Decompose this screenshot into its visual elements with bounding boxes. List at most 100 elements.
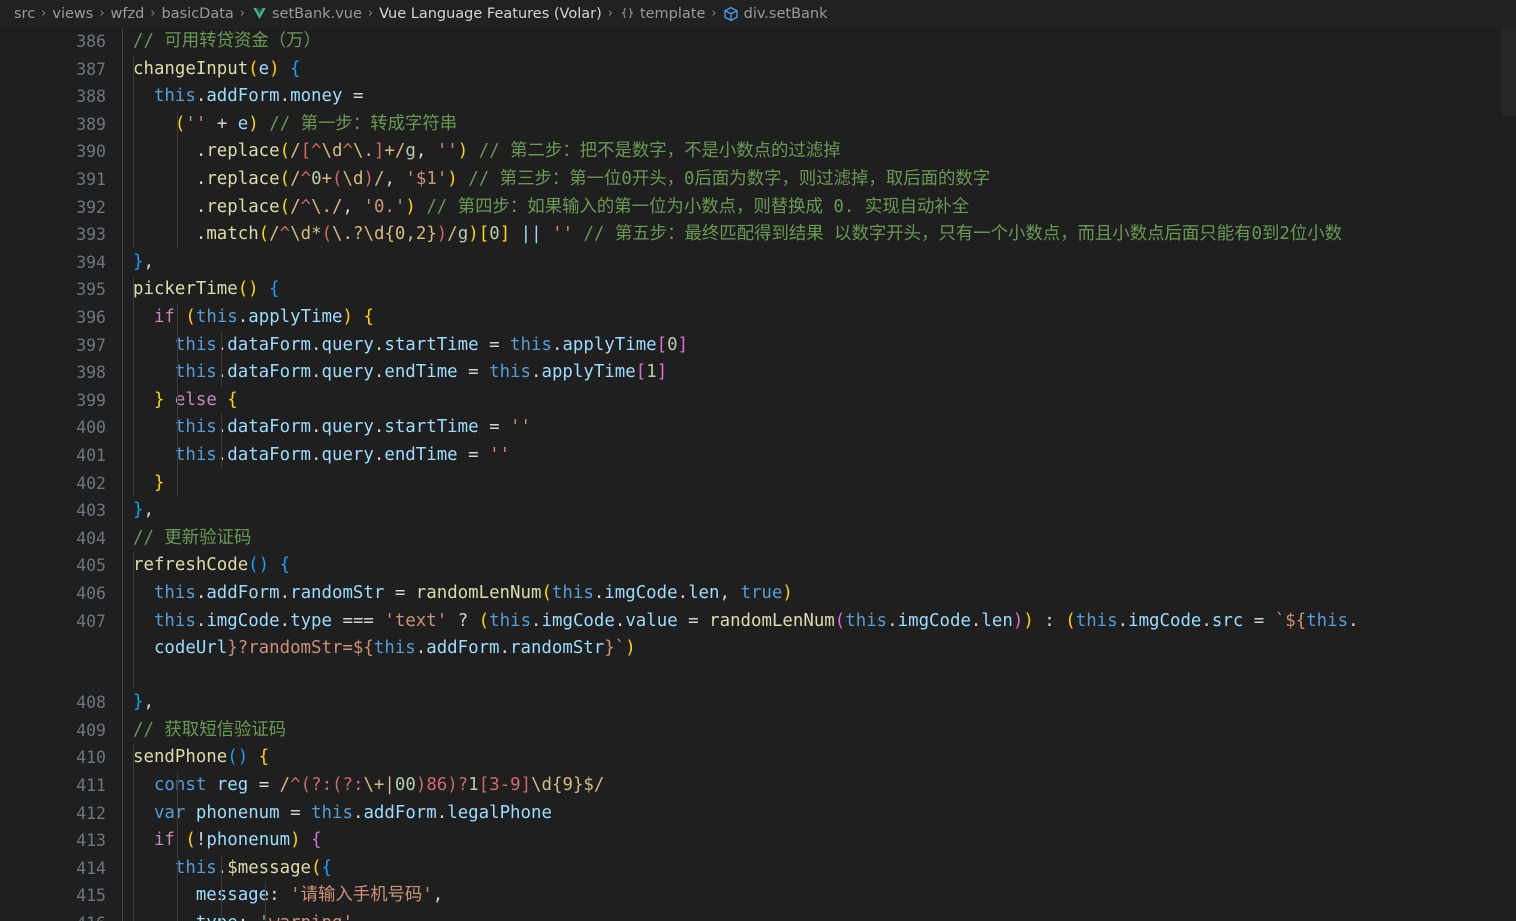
- breadcrumb: src › views › wfzd › basicData › setBank…: [0, 0, 1516, 28]
- code-line[interactable]: 400 this.dataForm.query.startTime = '': [0, 414, 1516, 442]
- line-content: // 可用转贷资金（万）: [133, 31, 321, 51]
- breadcrumb-label: Vue Language Features (Volar): [379, 5, 602, 22]
- code-line[interactable]: 387 changeInput(e) {: [0, 56, 1516, 84]
- code-editor[interactable]: 386 // 可用转贷资金（万） 387 changeInput(e) { 38…: [0, 28, 1516, 921]
- breadcrumb-separator-icon: ›: [150, 6, 156, 21]
- line-content: message: '请输入手机号码',: [195, 885, 444, 906]
- code-line[interactable]: 415 message: '请输入手机号码',: [0, 882, 1516, 910]
- code-line[interactable]: 407 this.imgCode.type === 'text' ? (this…: [0, 608, 1516, 636]
- line-content: this.dataForm.query.startTime = this.app…: [174, 334, 689, 355]
- line-content: // 更新验证码: [133, 527, 252, 548]
- line-number: 411: [76, 776, 106, 795]
- line-content: type: 'warning': [133, 910, 353, 921]
- line-number: 403: [76, 501, 106, 521]
- code-line[interactable]: 404 // 更新验证码: [0, 525, 1516, 553]
- breadcrumb-separator-icon: ›: [607, 6, 613, 21]
- breadcrumb-item-src[interactable]: src: [14, 6, 35, 22]
- code-line[interactable]: 396 if (this.applyTime) {: [0, 304, 1516, 332]
- line-number: 394: [76, 252, 106, 272]
- breadcrumb-label: basicData: [161, 5, 234, 22]
- code-line-wrap[interactable]: codeUrl}?randomStr=${this.addForm.random…: [0, 635, 1516, 663]
- line-number: 392: [76, 197, 106, 217]
- line-number: 408: [76, 693, 106, 713]
- code-line[interactable]: 402 }: [0, 470, 1516, 498]
- code-line[interactable]: 408 },: [0, 689, 1516, 717]
- line-number: 415: [76, 886, 106, 906]
- breadcrumb-label: wfzd: [110, 5, 145, 22]
- line-content: },: [133, 251, 154, 272]
- cube-icon: [723, 5, 740, 22]
- line-content: ('' + e) // 第一步：转成字符串: [174, 113, 458, 134]
- code-line[interactable]: 390 .replace(/[^\d^\.]+/g, '') // 第二步：把不…: [0, 138, 1516, 166]
- code-line[interactable]: 389 ('' + e) // 第一步：转成字符串: [0, 111, 1516, 139]
- code-line[interactable]: 386 // 可用转贷资金（万）: [0, 28, 1516, 56]
- line-number: 387: [76, 59, 106, 79]
- code-line[interactable]: 392 .replace(/^\./, '0.') // 第四步：如果输入的第一…: [0, 194, 1516, 222]
- code-line[interactable]: 397 this.dataForm.query.startTime = this…: [0, 332, 1516, 360]
- line-number: 409: [76, 720, 106, 740]
- code-line[interactable]: 394 },: [0, 249, 1516, 277]
- code-line[interactable]: 395 pickerTime() {: [0, 276, 1516, 304]
- line-content: .replace(/^0+(\d)/, '$1') // 第三步：第一位0开头，…: [195, 169, 991, 189]
- code-line[interactable]: 391 .replace(/^0+(\d)/, '$1') // 第三步：第一位…: [0, 166, 1516, 194]
- breadcrumb-item-setbank-vue[interactable]: setBank.vue: [251, 5, 362, 22]
- line-number: 414: [76, 858, 106, 878]
- line-content: refreshCode() {: [133, 555, 291, 576]
- breadcrumb-item-template[interactable]: template: [619, 5, 705, 22]
- line-content: this.addForm.randomStr = randomLenNum(th…: [153, 583, 793, 603]
- line-content: const reg = /^(?:(?:\+|00)86)?1[3-9]\d{9…: [153, 775, 605, 795]
- line-content: .match(/^\d*(\.?\d{0,2})/g)[0] || '' // …: [195, 224, 1342, 245]
- breadcrumb-separator-icon: ›: [239, 6, 245, 21]
- breadcrumb-separator-icon: ›: [99, 6, 105, 21]
- line-number: 390: [76, 142, 106, 162]
- code-line[interactable]: 406 this.addForm.randomStr = randomLenNu…: [0, 580, 1516, 608]
- line-number: 401: [76, 446, 106, 465]
- line-number: 405: [76, 556, 106, 576]
- code-line[interactable]: 413 if (!phonenum) {: [0, 827, 1516, 855]
- breadcrumb-item-wfzd[interactable]: wfzd: [111, 6, 145, 22]
- line-content: this.imgCode.type === 'text' ? (this.img…: [153, 610, 1359, 631]
- line-number: 391: [76, 170, 106, 189]
- line-content: this.addForm.money =: [153, 86, 364, 107]
- line-number: 407: [76, 611, 106, 631]
- breadcrumb-item-div-setbank[interactable]: div.setBank: [723, 5, 828, 22]
- line-content: this.dataForm.query.startTime = '': [174, 417, 531, 438]
- line-content: .replace(/^\./, '0.') // 第四步：如果输入的第一位为小数…: [195, 196, 970, 217]
- code-line[interactable]: 410 sendPhone() {: [0, 744, 1516, 772]
- line-content: }: [153, 472, 165, 493]
- line-number: 395: [76, 280, 106, 300]
- code-line[interactable]: 409 // 获取短信验证码: [0, 717, 1516, 745]
- line-content: this.$message({: [174, 857, 332, 878]
- line-number: 400: [76, 418, 106, 438]
- curly-braces-icon: [619, 5, 636, 22]
- code-line[interactable]: 393 .match(/^\d*(\.?\d{0,2})/g)[0] || ''…: [0, 221, 1516, 249]
- code-line[interactable]: 412 var phonenum = this.addForm.legalPho…: [0, 800, 1516, 828]
- breadcrumb-separator-icon: ›: [41, 6, 47, 21]
- breadcrumb-item-views[interactable]: views: [52, 6, 93, 22]
- line-number: 402: [76, 473, 106, 493]
- code-line[interactable]: 403 },: [0, 497, 1516, 525]
- line-content: pickerTime() {: [133, 279, 280, 300]
- breadcrumb-label: src: [14, 5, 36, 22]
- code-line[interactable]: 399 } else {: [0, 387, 1516, 415]
- line-content: this.dataForm.query.endTime = '': [174, 445, 511, 465]
- code-line[interactable]: 398 this.dataForm.query.endTime = this.a…: [0, 359, 1516, 387]
- code-line[interactable]: 405 refreshCode() {: [0, 552, 1516, 580]
- line-number: 388: [76, 87, 106, 107]
- line-content: this.dataForm.query.endTime = this.apply…: [174, 362, 668, 383]
- vue-logo-icon: [251, 5, 268, 22]
- line-content: sendPhone() {: [133, 747, 270, 768]
- line-content: var phonenum = this.addForm.legalPhone: [153, 802, 552, 823]
- line-number: 413: [76, 831, 106, 851]
- line-number: 399: [76, 390, 106, 410]
- code-line[interactable]: 414 this.$message({: [0, 855, 1516, 883]
- code-line[interactable]: 401 this.dataForm.query.endTime = '': [0, 442, 1516, 470]
- code-line[interactable]: 388 this.addForm.money =: [0, 83, 1516, 111]
- code-line[interactable]: 411 const reg = /^(?:(?:\+|00)86)?1[3-9]…: [0, 772, 1516, 800]
- code-line[interactable]: 416 type: 'warning': [0, 910, 1516, 921]
- breadcrumb-item-volar[interactable]: Vue Language Features (Volar): [379, 6, 602, 22]
- line-content: } else {: [153, 389, 238, 410]
- breadcrumb-item-basicdata[interactable]: basicData: [162, 6, 234, 22]
- line-content: if (!phonenum) {: [153, 830, 322, 851]
- line-content: },: [133, 692, 154, 713]
